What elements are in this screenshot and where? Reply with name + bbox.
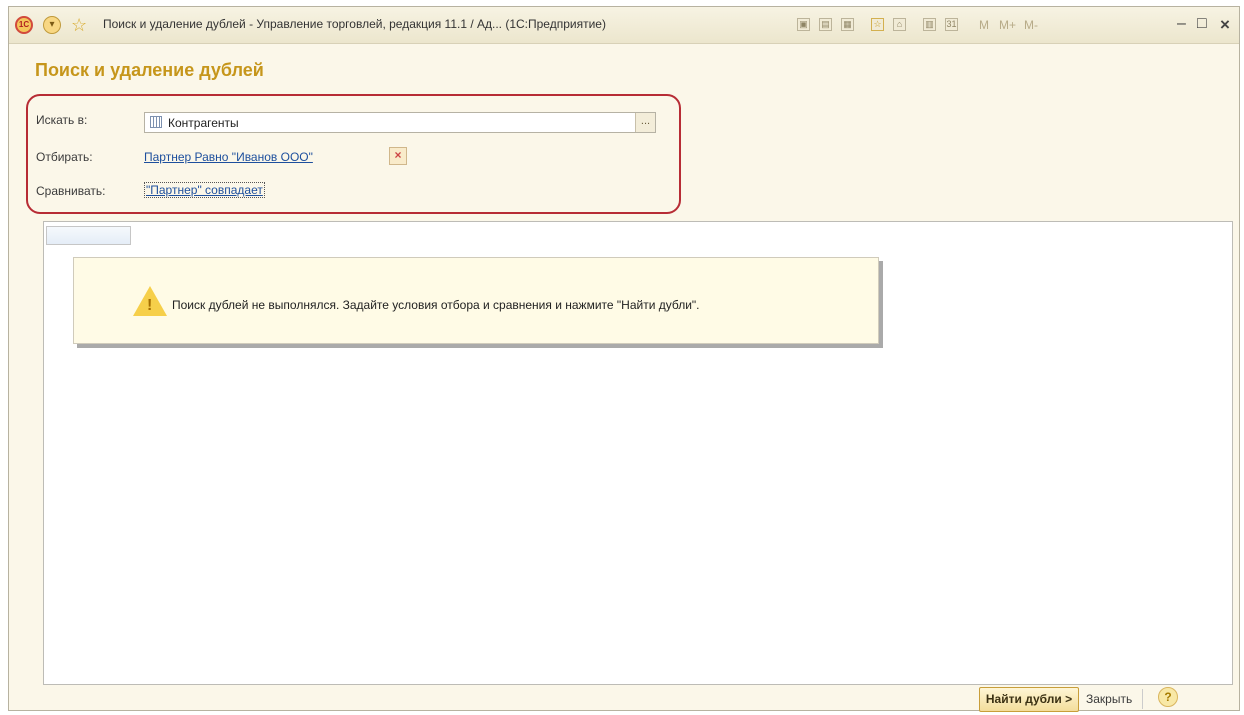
filter-link[interactable]: Партнер Равно "Иванов ООО"	[144, 150, 313, 164]
print-icon[interactable]: ▤	[819, 18, 832, 31]
results-panel: ! Поиск дублей не выполнялся. Задайте ус…	[43, 221, 1233, 685]
page-title: Поиск и удаление дублей	[35, 60, 264, 80]
memory-button[interactable]: M	[979, 18, 989, 32]
title-bar: 1С ▾ ☆ Поиск и удаление дублей - Управле…	[9, 7, 1239, 44]
preview-icon[interactable]: ▦	[841, 18, 854, 31]
calculator-icon[interactable]: ▥	[923, 18, 936, 31]
catalog-icon	[150, 116, 162, 128]
help-icon[interactable]: ?	[1158, 687, 1178, 707]
warning-mark: !	[147, 297, 153, 314]
panel-tab[interactable]	[46, 226, 131, 245]
compare-label: Сравнивать:	[36, 184, 106, 198]
maximize-button[interactable]: □	[1197, 15, 1207, 33]
favorite-icon[interactable]: ☆	[871, 18, 884, 31]
history-icon[interactable]: ⌂	[893, 18, 906, 31]
close-window-button[interactable]: ×	[1220, 15, 1230, 35]
filter-label: Отбирать:	[36, 150, 93, 164]
main-window: 1С ▾ ☆ Поиск и удаление дублей - Управле…	[8, 6, 1240, 712]
minimize-button[interactable]: –	[1177, 15, 1186, 33]
menu-icon[interactable]: ▾	[43, 16, 61, 34]
close-button[interactable]: Закрыть	[1086, 692, 1132, 706]
window-title: Поиск и удаление дублей - Управление тор…	[103, 17, 606, 31]
choose-button[interactable]: ...	[635, 113, 655, 132]
memory-plus-button[interactable]: M+	[999, 18, 1016, 32]
calendar-icon[interactable]: 31	[945, 18, 958, 31]
clear-filter-button[interactable]: ×	[389, 147, 407, 165]
compare-link[interactable]: "Партнер" совпадает	[144, 182, 265, 198]
button-separator	[1142, 689, 1143, 709]
favorites-star-icon[interactable]: ☆	[71, 16, 89, 34]
find-duplicates-button[interactable]: Найти дубли >	[979, 687, 1079, 712]
app-logo-icon[interactable]: 1С	[15, 16, 33, 34]
status-message-box: ! Поиск дублей не выполнялся. Задайте ус…	[73, 257, 879, 344]
search-in-field[interactable]: Контрагенты ...	[144, 112, 656, 133]
search-in-value: Контрагенты	[168, 116, 239, 130]
status-message: Поиск дублей не выполнялся. Задайте усло…	[172, 298, 700, 312]
memory-minus-button[interactable]: M-	[1024, 18, 1038, 32]
save-icon[interactable]: ▣	[797, 18, 810, 31]
search-in-label: Искать в:	[36, 113, 88, 127]
